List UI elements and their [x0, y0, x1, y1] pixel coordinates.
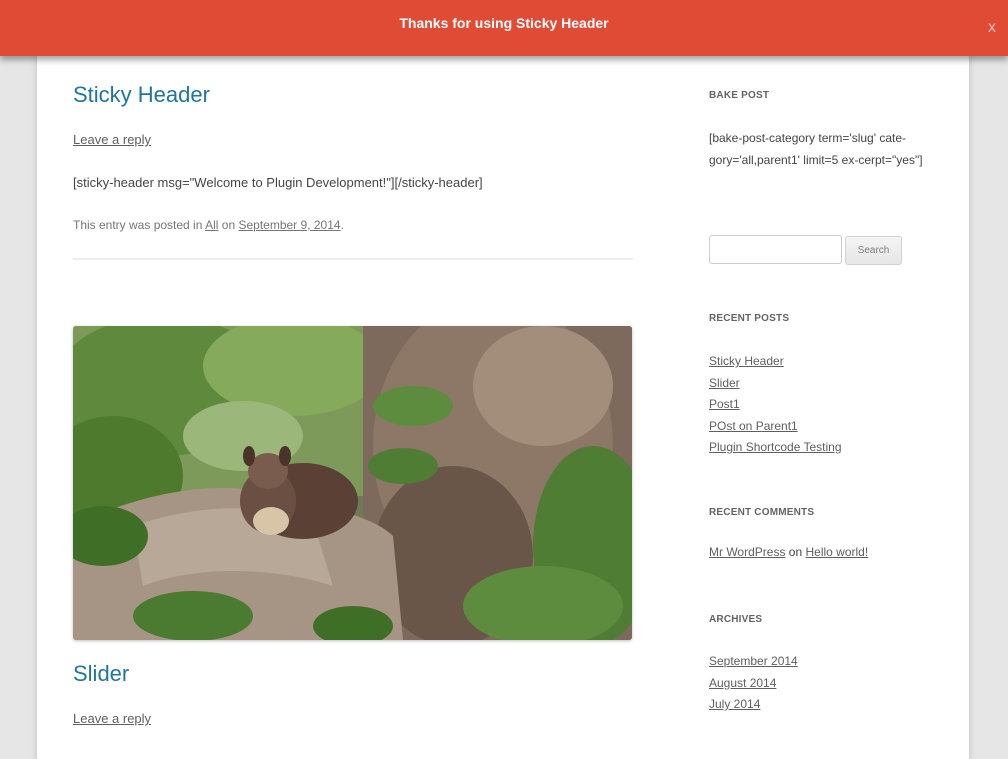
archive-link[interactable]: August 2014 [709, 676, 776, 690]
list-item: Post1 [709, 394, 842, 416]
sticky-header-message: Thanks for using Sticky Header [399, 15, 609, 31]
post-date-link[interactable]: September 9, 2014 [238, 218, 340, 232]
widget-title-recent-posts: RECENT POSTS [709, 313, 790, 324]
leave-reply-link[interactable]: Leave a reply [73, 711, 151, 726]
search-button[interactable]: Search [845, 236, 902, 265]
widget-title-recent-comments: RECENT COMMENTS [709, 507, 815, 518]
recent-post-link[interactable]: Sticky Header [709, 354, 784, 368]
meta-prefix: This entry was posted in [73, 218, 203, 232]
search-input[interactable] [709, 235, 842, 264]
archive-link[interactable]: July 2014 [709, 697, 760, 711]
recent-post-link[interactable]: Post1 [709, 397, 740, 411]
list-item: Plugin Shortcode Testing [709, 437, 842, 459]
comment-post-link[interactable]: Hello world! [806, 545, 869, 559]
meta-end: . [340, 218, 344, 232]
post-meta: This entry was posted in All on Septembe… [73, 218, 344, 232]
archives-list: September 2014 August 2014 July 2014 [709, 651, 798, 716]
widget-title-archives: ARCHIVES [709, 614, 763, 625]
widget-title-bake-post: BAKE POST [709, 90, 770, 101]
comment-on-text: on [788, 545, 803, 559]
post-title-slider[interactable]: Slider [73, 661, 129, 687]
category-link[interactable]: All [205, 218, 218, 232]
list-item: September 2014 [709, 651, 798, 673]
recent-comment: Mr WordPress on Hello world! [709, 545, 868, 559]
recent-posts-list: Sticky Header Slider Post1 POst on Paren… [709, 351, 842, 459]
list-item: Sticky Header [709, 351, 842, 373]
squirrel-photo [73, 326, 632, 640]
list-item: July 2014 [709, 694, 798, 716]
archive-link[interactable]: September 2014 [709, 654, 798, 668]
post-title-sticky-header[interactable]: Sticky Header [73, 82, 210, 108]
leave-reply-link[interactable]: Leave a reply [73, 132, 151, 147]
meta-on: on [221, 218, 236, 232]
recent-post-link[interactable]: Plugin Shortcode Testing [709, 440, 842, 454]
sticky-header-bar: Thanks for using Sticky Header x [0, 0, 1008, 56]
list-item: Slider [709, 373, 842, 395]
comment-author-link[interactable]: Mr WordPress [709, 545, 785, 559]
list-item: POst on Parent1 [709, 416, 842, 438]
list-item: August 2014 [709, 673, 798, 695]
bake-post-text: [bake-post-category term='slug' cate-gor… [709, 131, 923, 167]
recent-post-link[interactable]: Slider [709, 376, 740, 390]
featured-image[interactable] [73, 326, 632, 640]
post-content: [sticky-header msg="Welcome to Plugin De… [73, 175, 483, 190]
close-icon[interactable]: x [988, 19, 996, 37]
post-divider [73, 258, 633, 260]
recent-post-link[interactable]: POst on Parent1 [709, 419, 798, 433]
